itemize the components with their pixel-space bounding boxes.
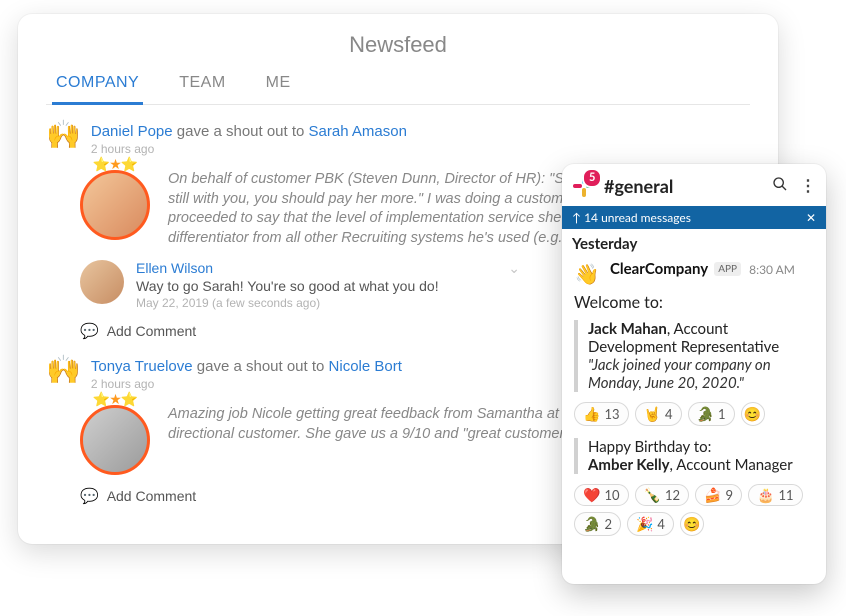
day-divider: Yesterday [562, 229, 826, 255]
slack-panel: 5 #general ⋮ ↑ 14 unread messages ✕ Yest… [562, 164, 826, 584]
speech-bubble-icon: 💬 [80, 322, 99, 340]
reaction-bar: ❤️10 🍾12 🍰9 🎂11 🐊2 🎉4 😊 [562, 480, 826, 544]
search-icon[interactable] [772, 176, 788, 196]
raised-hands-icon: 🙌 [46, 121, 81, 156]
welcome-quote: "Jack joined your company on Monday, Jun… [588, 356, 771, 392]
newsfeed-tabs: COMPANY TEAM ME [46, 66, 750, 105]
reaction-chip[interactable]: 🐊2 [574, 512, 621, 536]
raised-hands-icon: 🙌 [46, 356, 81, 391]
welcome-label: Welcome to: [562, 291, 826, 316]
headline-action: gave a shout out to [193, 358, 329, 375]
slack-header: 5 #general ⋮ [562, 164, 826, 206]
reaction-count: 2 [604, 516, 612, 532]
heart-icon: ❤️ [583, 486, 600, 504]
gator-icon: 🐊 [583, 515, 600, 533]
gator-icon: 🐊 [697, 405, 714, 423]
app-badge: APP [714, 262, 741, 276]
tab-me[interactable]: ME [262, 66, 295, 104]
birthday-cake-icon: 🎂 [757, 486, 774, 504]
target-link[interactable]: Nicole Bort [329, 358, 402, 375]
slack-notification-badge: 5 [582, 168, 602, 188]
wave-icon: 👋 [572, 259, 602, 289]
reaction-bar: 👍13 🤘4 🐊1 😊 [562, 398, 826, 434]
reaction-chip[interactable]: 🎉4 [627, 512, 674, 536]
birthday-role: , Account Manager [670, 456, 793, 474]
stars-icon: ⭐★⭐ [93, 391, 137, 408]
birthday-name: Amber Kelly [588, 456, 670, 474]
stars-icon: ⭐★⭐ [93, 156, 137, 173]
reaction-count: 4 [657, 516, 665, 532]
message-time: 8:30 AM [749, 262, 795, 277]
birthday-block: Happy Birthday to: Amber Kelly, Account … [574, 438, 814, 474]
feed-item: 🙌 Daniel Pope gave a shout out to Sarah … [46, 123, 750, 156]
add-reaction-button[interactable]: 😊 [741, 402, 765, 426]
target-avatar[interactable]: ⭐★⭐ [80, 405, 150, 475]
more-icon[interactable]: ⋮ [800, 176, 816, 196]
slack-logo-icon: 5 [572, 174, 596, 198]
channel-name[interactable]: #general [604, 175, 764, 197]
unread-banner[interactable]: ↑ 14 unread messages ✕ [562, 206, 826, 229]
reaction-count: 10 [604, 487, 619, 503]
target-avatar[interactable]: ⭐★⭐ [80, 170, 150, 240]
welcome-name: Jack Mahan [588, 320, 667, 338]
reaction-count: 13 [604, 406, 619, 422]
thumbs-up-icon: 👍 [583, 405, 600, 423]
headline-action: gave a shout out to [173, 123, 309, 140]
champagne-icon: 🍾 [644, 486, 661, 504]
add-reaction-button[interactable]: 😊 [680, 512, 704, 536]
chevron-down-icon[interactable]: ⌄ [508, 260, 520, 277]
reaction-count: 4 [665, 406, 673, 422]
newsfeed-title: Newsfeed [46, 32, 750, 58]
cake-slice-icon: 🍰 [704, 486, 721, 504]
add-comment-label: Add Comment [107, 323, 196, 339]
reaction-chip[interactable]: 🍰9 [695, 484, 742, 506]
close-icon[interactable]: ✕ [806, 210, 816, 225]
sender-name[interactable]: ClearCompany [610, 260, 708, 278]
unread-text: 14 unread messages [584, 210, 691, 225]
slack-message-header: 👋 ClearCompany APP 8:30 AM [562, 255, 826, 291]
actor-link[interactable]: Daniel Pope [91, 123, 173, 140]
tab-team[interactable]: TEAM [175, 66, 229, 104]
feed-timestamp: 2 hours ago [91, 142, 750, 156]
reaction-count: 1 [718, 406, 726, 422]
actor-link[interactable]: Tonya Truelove [91, 358, 193, 375]
add-comment-label: Add Comment [107, 488, 196, 504]
horns-icon: 🤘 [644, 405, 661, 423]
birthday-label: Happy Birthday to: [588, 438, 711, 456]
reaction-chip[interactable]: 🐊1 [688, 402, 735, 426]
reaction-chip[interactable]: 🤘4 [635, 402, 682, 426]
welcome-block: Jack Mahan, Account Development Represen… [574, 320, 814, 392]
reaction-count: 9 [726, 487, 734, 503]
arrow-up-icon: ↑ [572, 210, 581, 225]
reaction-chip[interactable]: 👍13 [574, 402, 629, 426]
speech-bubble-icon: 💬 [80, 487, 99, 505]
tab-company[interactable]: COMPANY [52, 66, 143, 105]
feed-headline: Daniel Pope gave a shout out to Sarah Am… [91, 123, 750, 140]
party-icon: 🎉 [636, 515, 653, 533]
reaction-chip[interactable]: ❤️10 [574, 484, 629, 506]
target-link[interactable]: Sarah Amason [309, 123, 407, 140]
reaction-chip[interactable]: 🎂11 [748, 484, 803, 506]
reaction-chip[interactable]: 🍾12 [635, 484, 690, 506]
reaction-count: 11 [778, 487, 793, 503]
comment-avatar[interactable] [80, 260, 124, 304]
reaction-count: 12 [665, 487, 680, 503]
